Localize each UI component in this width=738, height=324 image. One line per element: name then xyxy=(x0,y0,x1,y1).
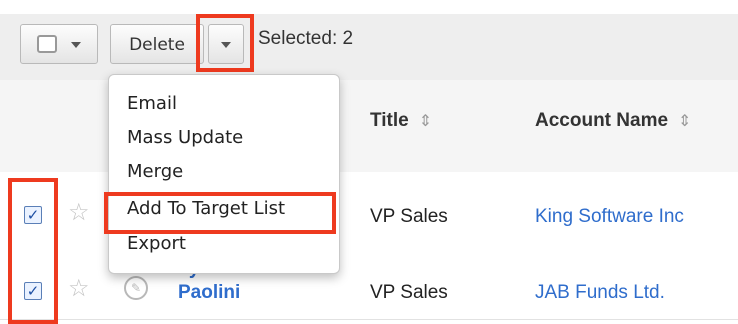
row-title: VP Sales xyxy=(370,206,448,227)
cut-off-heading xyxy=(0,0,738,14)
selected-count: Selected: 2 xyxy=(258,28,354,49)
dropdown-highlight-box xyxy=(196,14,254,72)
checkbox-column-highlight-box xyxy=(8,178,58,324)
row-account-link[interactable]: King Software Inc xyxy=(535,206,684,228)
menu-item-email[interactable]: Email xyxy=(127,93,177,114)
select-all-checkbox[interactable] xyxy=(37,35,57,53)
row-title: VP Sales xyxy=(370,282,448,303)
menu-item-mass-update[interactable]: Mass Update xyxy=(127,127,243,148)
column-header-label: Title xyxy=(370,110,409,131)
sort-icon[interactable]: ⇕ xyxy=(419,113,432,130)
preview-icon[interactable]: ✎ xyxy=(124,276,148,300)
column-header-label: Account Name xyxy=(535,110,669,131)
add-to-target-list-highlight-box xyxy=(104,192,336,234)
row-account-link[interactable]: JAB Funds Ltd. xyxy=(535,282,665,304)
sort-icon[interactable]: ⇕ xyxy=(678,113,691,130)
column-header-account-name[interactable]: Account Name ⇕ xyxy=(535,110,691,132)
select-all-dropdown[interactable] xyxy=(20,24,98,64)
delete-button[interactable]: Delete xyxy=(110,24,204,64)
chevron-down-icon xyxy=(71,42,81,48)
actions-dropdown-menu: Email Mass Update Merge Add To Target Li… xyxy=(108,74,340,274)
row-name-link-line2[interactable]: Paolini xyxy=(178,282,240,304)
menu-item-export[interactable]: Export xyxy=(127,233,186,254)
favorite-star-icon[interactable]: ☆ xyxy=(68,274,90,302)
menu-item-merge[interactable]: Merge xyxy=(127,161,183,182)
column-header-title[interactable]: Title ⇕ xyxy=(370,110,432,132)
favorite-star-icon[interactable]: ☆ xyxy=(68,198,90,226)
